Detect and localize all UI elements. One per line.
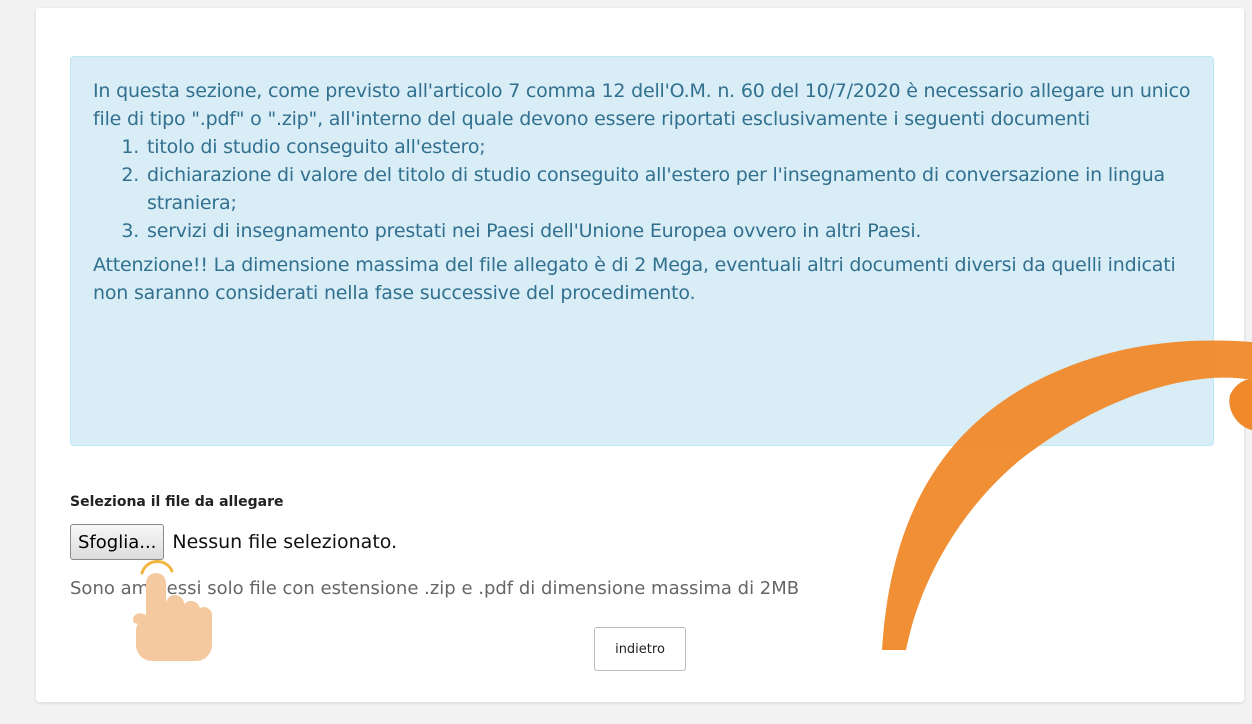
file-help-text: Sono ammessi solo file con estensione .z…	[70, 578, 800, 599]
document-list-item: titolo di studio conseguito all'estero;	[145, 133, 1201, 161]
file-input-label: Seleziona il file da allegare	[70, 494, 284, 510]
document-list-item: servizi di insegnamento prestati nei Pae…	[145, 217, 1201, 245]
file-status: Nessun file selezionato.	[172, 531, 398, 553]
info-warning: Attenzione!! La dimensione massima del f…	[93, 254, 1176, 304]
info-alert: In questa sezione, come previsto all'art…	[70, 56, 1214, 446]
file-input[interactable]: Sfoglia... Nessun file selezionato.	[70, 523, 397, 561]
browse-button[interactable]: Sfoglia...	[70, 524, 165, 560]
document-list-item: dichiarazione di valore del titolo di st…	[145, 161, 1201, 217]
back-button[interactable]: indietro	[594, 627, 686, 671]
document-list: titolo di studio conseguito all'estero; …	[93, 133, 1201, 245]
info-intro: In questa sezione, come previsto all'art…	[93, 80, 1191, 130]
